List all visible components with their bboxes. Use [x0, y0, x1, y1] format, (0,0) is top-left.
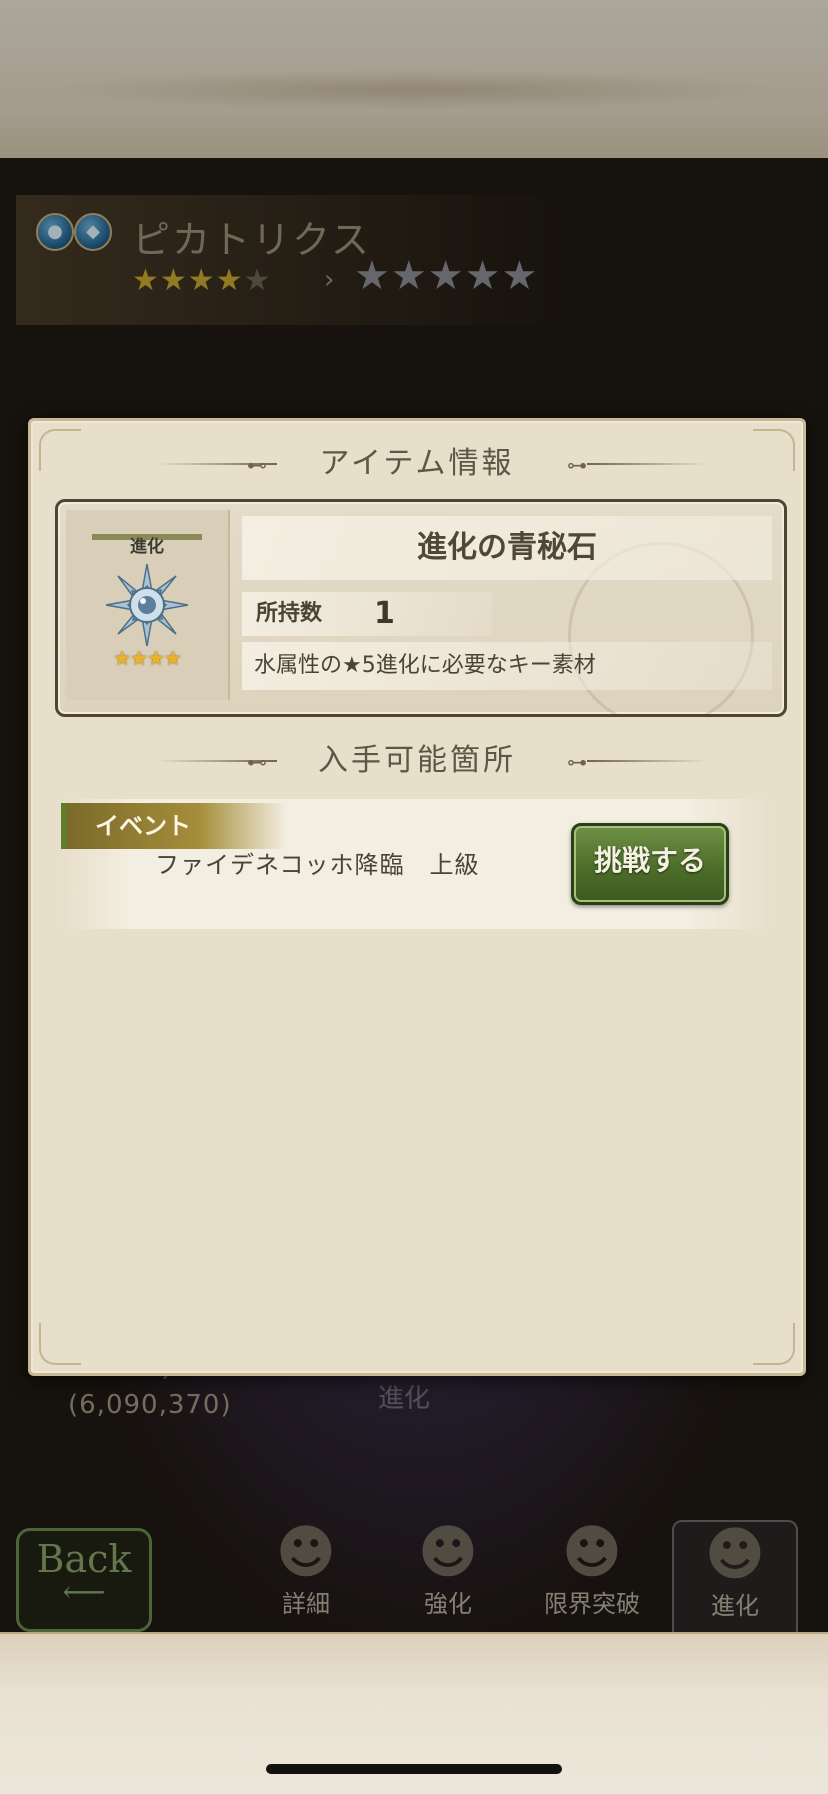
item-info-heading: ⊷ アイテム情報 ⊶ — [31, 439, 803, 489]
possess-row: 所持数 1 — [242, 592, 492, 636]
item-icon-label: 進化 — [130, 537, 164, 557]
item-card: 進化 ★★★★ 進化の青秘石 所持数 1 水属性の★5進化に必要なキー素材 — [55, 499, 787, 717]
challenge-button[interactable]: 挑戦する — [571, 823, 729, 905]
heading-ornament-knot: ⊷ — [247, 453, 267, 477]
item-info-modal: ⊷ アイテム情報 ⊶ 進化 ★★★★ 進化の青秘石 所持数 1 水属性の★5進化… — [28, 418, 806, 1376]
heading-ornament-knot: ⊶ — [567, 453, 587, 477]
heading-ornament-right — [587, 760, 707, 762]
sources-title: 入手可能箇所 — [318, 743, 516, 778]
item-description: 水属性の★5進化に必要なキー素材 — [254, 653, 596, 678]
corner-ornament — [39, 1323, 81, 1365]
item-info-title: アイテム情報 — [319, 446, 515, 481]
heading-ornament-right — [587, 463, 707, 465]
item-icon-frame: 進化 ★★★★ — [66, 510, 230, 700]
heading-ornament-knot: ⊶ — [567, 750, 587, 774]
item-rarity-stars: ★★★★ — [113, 646, 182, 670]
heading-ornament-knot: ⊷ — [247, 750, 267, 774]
item-name: 進化の青秘石 — [242, 516, 772, 580]
possess-label: 所持数 — [256, 601, 323, 626]
source-name: ファイデネコッホ降臨 上級 — [155, 851, 480, 879]
corner-ornament — [753, 1323, 795, 1365]
sources-heading: ⊷ 入手可能箇所 ⊶ — [31, 736, 803, 786]
home-indicator[interactable] — [266, 1764, 562, 1774]
possess-value: 1 — [374, 596, 395, 631]
description-row: 水属性の★5進化に必要なキー素材 — [242, 642, 772, 690]
blue-evolution-stone-icon — [105, 563, 189, 647]
source-list-item: イベント ファイデネコッホ降臨 上級 挑戦する — [61, 799, 773, 929]
